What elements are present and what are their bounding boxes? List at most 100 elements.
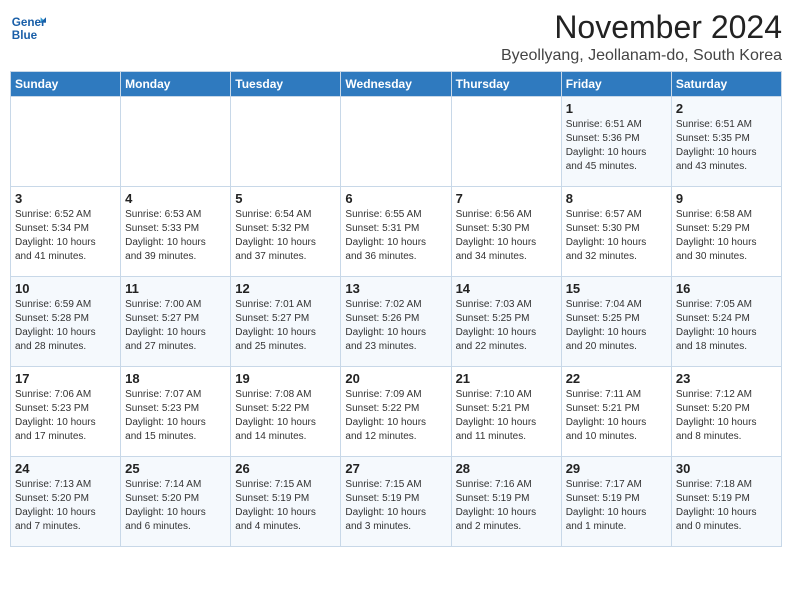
day-info: Sunrise: 7:14 AM Sunset: 5:20 PM Dayligh… <box>125 478 226 534</box>
day-number: 30 <box>676 461 777 476</box>
day-info: Sunrise: 6:55 AM Sunset: 5:31 PM Dayligh… <box>345 208 446 264</box>
day-info: Sunrise: 7:01 AM Sunset: 5:27 PM Dayligh… <box>235 298 336 354</box>
week-row-3: 17 Sunrise: 7:06 AM Sunset: 5:23 PM Dayli… <box>11 367 782 457</box>
calendar-cell <box>341 97 451 187</box>
calendar-cell: 15 Sunrise: 7:04 AM Sunset: 5:25 PM Dayli… <box>561 277 671 367</box>
day-info: Sunrise: 6:51 AM Sunset: 5:36 PM Dayligh… <box>566 118 667 174</box>
day-info: Sunrise: 6:54 AM Sunset: 5:32 PM Dayligh… <box>235 208 336 264</box>
calendar-cell: 23Sunrise: 7:12 AM Sunset: 5:20 PM Dayli… <box>671 367 781 457</box>
day-info: Sunrise: 7:06 AM Sunset: 5:23 PM Dayligh… <box>15 388 116 444</box>
calendar-cell: 11 Sunrise: 7:00 AM Sunset: 5:27 PM Dayli… <box>121 277 231 367</box>
day-info: Sunrise: 7:03 AM Sunset: 5:25 PM Dayligh… <box>456 298 557 354</box>
day-number: 10 <box>15 281 116 296</box>
day-number: 9 <box>676 191 777 206</box>
calendar-cell: 29 Sunrise: 7:17 AM Sunset: 5:19 PM Dayli… <box>561 457 671 547</box>
day-number: 23 <box>676 371 777 386</box>
day-info: Sunrise: 6:56 AM Sunset: 5:30 PM Dayligh… <box>456 208 557 264</box>
calendar-cell: 28 Sunrise: 7:16 AM Sunset: 5:19 PM Dayli… <box>451 457 561 547</box>
calendar-table: SundayMondayTuesdayWednesdayThursdayFrid… <box>10 71 782 547</box>
weekday-header-row: SundayMondayTuesdayWednesdayThursdayFrid… <box>11 72 782 97</box>
calendar-cell: 10Sunrise: 6:59 AM Sunset: 5:28 PM Dayli… <box>11 277 121 367</box>
calendar-cell <box>451 97 561 187</box>
day-number: 28 <box>456 461 557 476</box>
day-info: Sunrise: 7:15 AM Sunset: 5:19 PM Dayligh… <box>235 478 336 534</box>
day-number: 13 <box>345 281 446 296</box>
day-info: Sunrise: 7:15 AM Sunset: 5:19 PM Dayligh… <box>345 478 446 534</box>
calendar-cell <box>11 97 121 187</box>
day-info: Sunrise: 7:04 AM Sunset: 5:25 PM Dayligh… <box>566 298 667 354</box>
calendar-cell: 1Sunrise: 6:51 AM Sunset: 5:36 PM Daylig… <box>561 97 671 187</box>
day-info: Sunrise: 7:17 AM Sunset: 5:19 PM Dayligh… <box>566 478 667 534</box>
calendar-cell: 22Sunrise: 7:11 AM Sunset: 5:21 PM Dayli… <box>561 367 671 457</box>
day-info: Sunrise: 7:18 AM Sunset: 5:19 PM Dayligh… <box>676 478 777 534</box>
day-number: 26 <box>235 461 336 476</box>
day-number: 6 <box>345 191 446 206</box>
day-info: Sunrise: 7:13 AM Sunset: 5:20 PM Dayligh… <box>15 478 116 534</box>
day-number: 4 <box>125 191 226 206</box>
day-number: 8 <box>566 191 667 206</box>
day-number: 19 <box>235 371 336 386</box>
calendar-cell: 27 Sunrise: 7:15 AM Sunset: 5:19 PM Dayli… <box>341 457 451 547</box>
day-number: 27 <box>345 461 446 476</box>
day-number: 16 <box>676 281 777 296</box>
calendar-cell: 13 Sunrise: 7:02 AM Sunset: 5:26 PM Dayli… <box>341 277 451 367</box>
day-number: 11 <box>125 281 226 296</box>
weekday-header-wednesday: Wednesday <box>341 72 451 97</box>
day-number: 5 <box>235 191 336 206</box>
day-info: Sunrise: 7:09 AM Sunset: 5:22 PM Dayligh… <box>345 388 446 444</box>
calendar-cell: 26 Sunrise: 7:15 AM Sunset: 5:19 PM Dayli… <box>231 457 341 547</box>
calendar-cell: 24 Sunrise: 7:13 AM Sunset: 5:20 PM Dayli… <box>11 457 121 547</box>
calendar-cell: 8 Sunrise: 6:57 AM Sunset: 5:30 PM Daylig… <box>561 187 671 277</box>
day-info: Sunrise: 7:16 AM Sunset: 5:19 PM Dayligh… <box>456 478 557 534</box>
calendar-cell: 14 Sunrise: 7:03 AM Sunset: 5:25 PM Dayli… <box>451 277 561 367</box>
weekday-header-friday: Friday <box>561 72 671 97</box>
weekday-header-monday: Monday <box>121 72 231 97</box>
weekday-header-sunday: Sunday <box>11 72 121 97</box>
weekday-header-thursday: Thursday <box>451 72 561 97</box>
week-row-2: 10Sunrise: 6:59 AM Sunset: 5:28 PM Dayli… <box>11 277 782 367</box>
calendar-cell: 25 Sunrise: 7:14 AM Sunset: 5:20 PM Dayli… <box>121 457 231 547</box>
calendar-cell: 7 Sunrise: 6:56 AM Sunset: 5:30 PM Daylig… <box>451 187 561 277</box>
calendar-cell: 17 Sunrise: 7:06 AM Sunset: 5:23 PM Dayli… <box>11 367 121 457</box>
week-row-1: 3Sunrise: 6:52 AM Sunset: 5:34 PM Daylig… <box>11 187 782 277</box>
calendar-cell: 4Sunrise: 6:53 AM Sunset: 5:33 PM Daylig… <box>121 187 231 277</box>
day-info: Sunrise: 6:57 AM Sunset: 5:30 PM Dayligh… <box>566 208 667 264</box>
svg-text:Blue: Blue <box>12 29 38 42</box>
day-info: Sunrise: 6:51 AM Sunset: 5:35 PM Dayligh… <box>676 118 777 174</box>
day-number: 7 <box>456 191 557 206</box>
week-row-0: 1Sunrise: 6:51 AM Sunset: 5:36 PM Daylig… <box>11 97 782 187</box>
title-block: November 2024 Byeollyang, Jeollanam-do, … <box>501 10 782 65</box>
calendar-cell: 20 Sunrise: 7:09 AM Sunset: 5:22 PM Dayli… <box>341 367 451 457</box>
day-number: 12 <box>235 281 336 296</box>
day-info: Sunrise: 6:52 AM Sunset: 5:34 PM Dayligh… <box>15 208 116 264</box>
calendar-cell: 2 Sunrise: 6:51 AM Sunset: 5:35 PM Daylig… <box>671 97 781 187</box>
calendar-cell: 18Sunrise: 7:07 AM Sunset: 5:23 PM Dayli… <box>121 367 231 457</box>
day-number: 20 <box>345 371 446 386</box>
calendar-cell: 21Sunrise: 7:10 AM Sunset: 5:21 PM Dayli… <box>451 367 561 457</box>
day-info: Sunrise: 7:02 AM Sunset: 5:26 PM Dayligh… <box>345 298 446 354</box>
calendar-cell: 3Sunrise: 6:52 AM Sunset: 5:34 PM Daylig… <box>11 187 121 277</box>
day-number: 15 <box>566 281 667 296</box>
calendar-cell: 9Sunrise: 6:58 AM Sunset: 5:29 PM Daylig… <box>671 187 781 277</box>
calendar-cell <box>121 97 231 187</box>
page-header: General Blue November 2024 Byeollyang, J… <box>10 10 782 65</box>
logo: General Blue <box>10 10 46 46</box>
day-info: Sunrise: 7:00 AM Sunset: 5:27 PM Dayligh… <box>125 298 226 354</box>
month-title: November 2024 <box>501 10 782 45</box>
day-number: 25 <box>125 461 226 476</box>
location-title: Byeollyang, Jeollanam-do, South Korea <box>501 47 782 65</box>
week-row-4: 24 Sunrise: 7:13 AM Sunset: 5:20 PM Dayli… <box>11 457 782 547</box>
day-number: 14 <box>456 281 557 296</box>
day-number: 29 <box>566 461 667 476</box>
day-info: Sunrise: 7:05 AM Sunset: 5:24 PM Dayligh… <box>676 298 777 354</box>
day-number: 22 <box>566 371 667 386</box>
day-number: 2 <box>676 101 777 116</box>
calendar-cell: 12 Sunrise: 7:01 AM Sunset: 5:27 PM Dayli… <box>231 277 341 367</box>
day-info: Sunrise: 7:07 AM Sunset: 5:23 PM Dayligh… <box>125 388 226 444</box>
calendar-cell <box>231 97 341 187</box>
calendar-cell: 6 Sunrise: 6:55 AM Sunset: 5:31 PM Daylig… <box>341 187 451 277</box>
calendar-cell: 30 Sunrise: 7:18 AM Sunset: 5:19 PM Dayli… <box>671 457 781 547</box>
logo-icon: General Blue <box>10 10 46 46</box>
day-number: 24 <box>15 461 116 476</box>
day-number: 17 <box>15 371 116 386</box>
